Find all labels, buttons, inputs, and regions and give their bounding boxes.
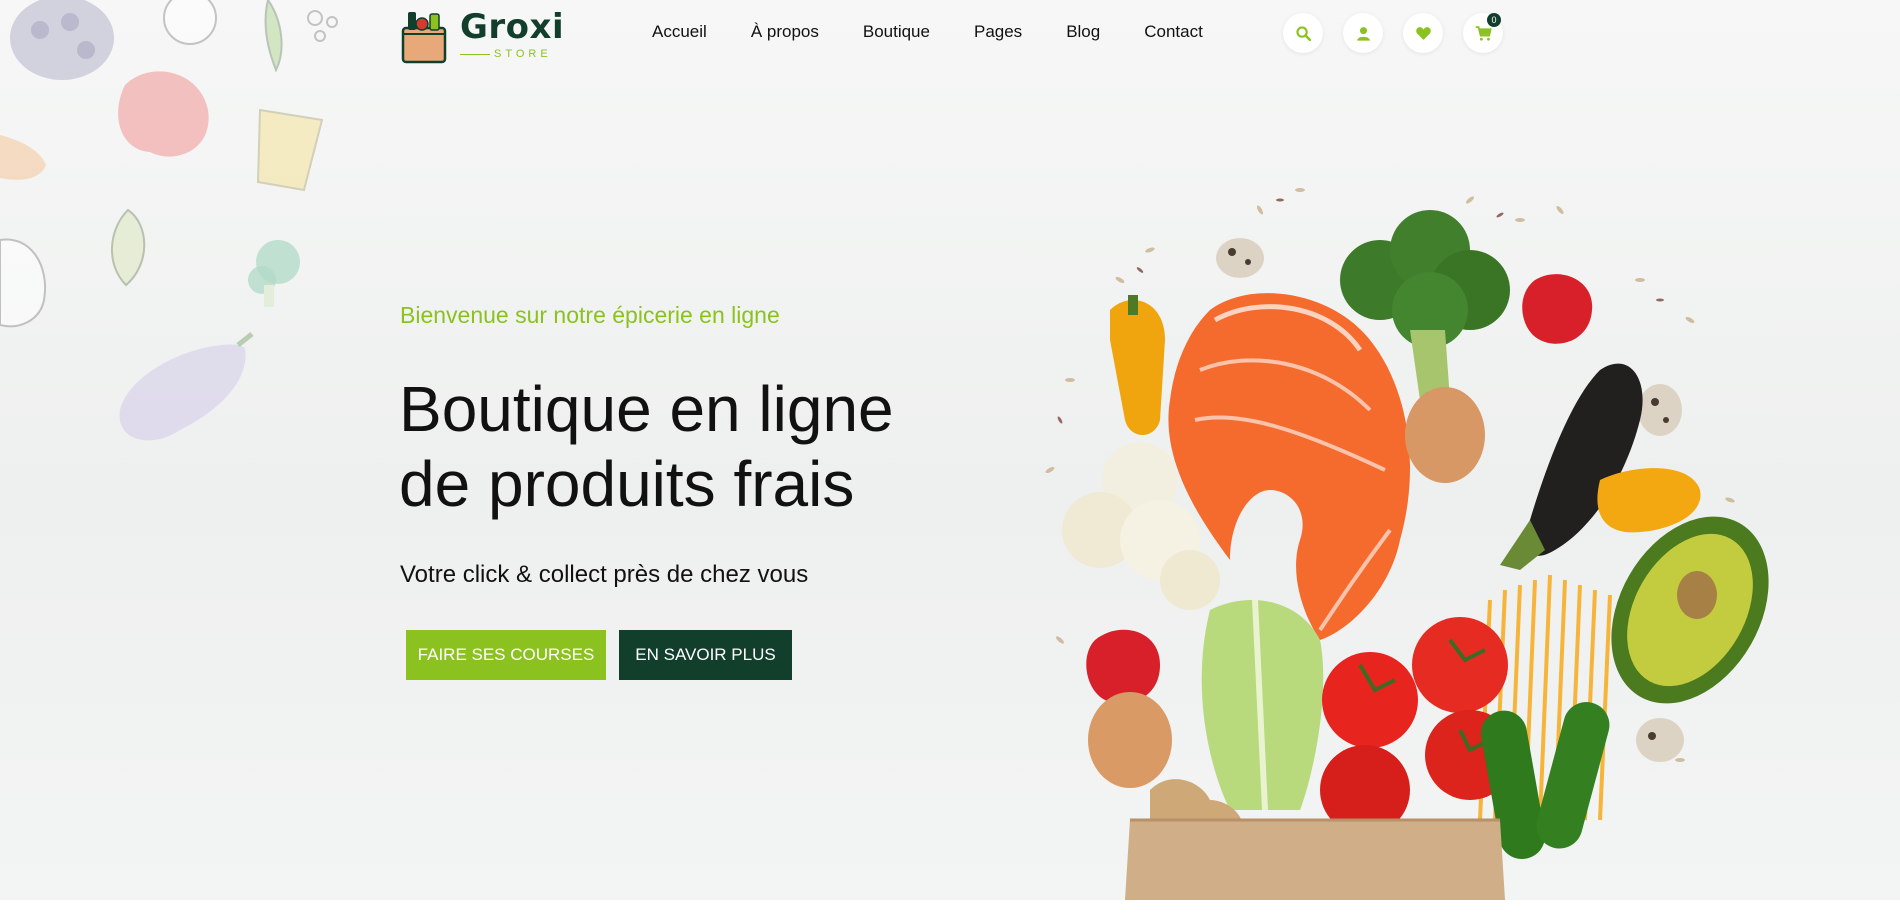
brand-logo[interactable]: Groxi STORE xyxy=(400,6,564,64)
hero-tagline: Bienvenue sur notre épicerie en ligne xyxy=(400,302,780,328)
grocery-hero-image xyxy=(1045,188,1769,900)
page-bottom-edge xyxy=(0,900,1900,923)
learn-more-button[interactable]: EN SAVOIR PLUS xyxy=(619,630,792,680)
nav-item-boutique[interactable]: Boutique xyxy=(863,22,930,42)
search-icon xyxy=(1295,25,1311,41)
nav-item-accueil[interactable]: Accueil xyxy=(652,22,707,42)
nav-item-pages[interactable]: Pages xyxy=(974,22,1022,42)
decorative-vegetable-doodles xyxy=(0,0,338,441)
nav-item-blog[interactable]: Blog xyxy=(1066,22,1100,42)
cart-icon xyxy=(1475,25,1492,41)
user-icon xyxy=(1356,26,1370,41)
account-button[interactable] xyxy=(1343,13,1383,53)
header-actions: 0 xyxy=(1283,13,1503,53)
hero-subline: Votre click & collect près de chez vous xyxy=(400,561,809,588)
nav-item-contact[interactable]: Contact xyxy=(1144,22,1203,42)
shopping-bag-logo-icon xyxy=(401,12,447,64)
shop-now-button[interactable]: FAIRE SES COURSES xyxy=(406,630,606,680)
brand-name: Groxi xyxy=(460,7,565,47)
cart-button[interactable]: 0 xyxy=(1463,13,1503,53)
wishlist-button[interactable] xyxy=(1403,13,1443,53)
search-button[interactable] xyxy=(1283,13,1323,53)
hero-headline-line2: de produits frais xyxy=(399,448,855,520)
hero-headline-line1: Boutique en ligne xyxy=(399,373,894,445)
brand-subtitle: STORE xyxy=(460,48,564,60)
hero-section: Groxi STORE Accueil À propos Boutique Pa… xyxy=(0,0,1900,900)
cart-count-badge: 0 xyxy=(1487,13,1501,27)
nav-item-a-propos[interactable]: À propos xyxy=(751,22,819,42)
heart-icon xyxy=(1415,26,1431,40)
hero-headline: Boutique en ligne de produits frais xyxy=(399,372,1019,522)
main-navigation: Accueil À propos Boutique Pages Blog Con… xyxy=(652,22,1247,42)
